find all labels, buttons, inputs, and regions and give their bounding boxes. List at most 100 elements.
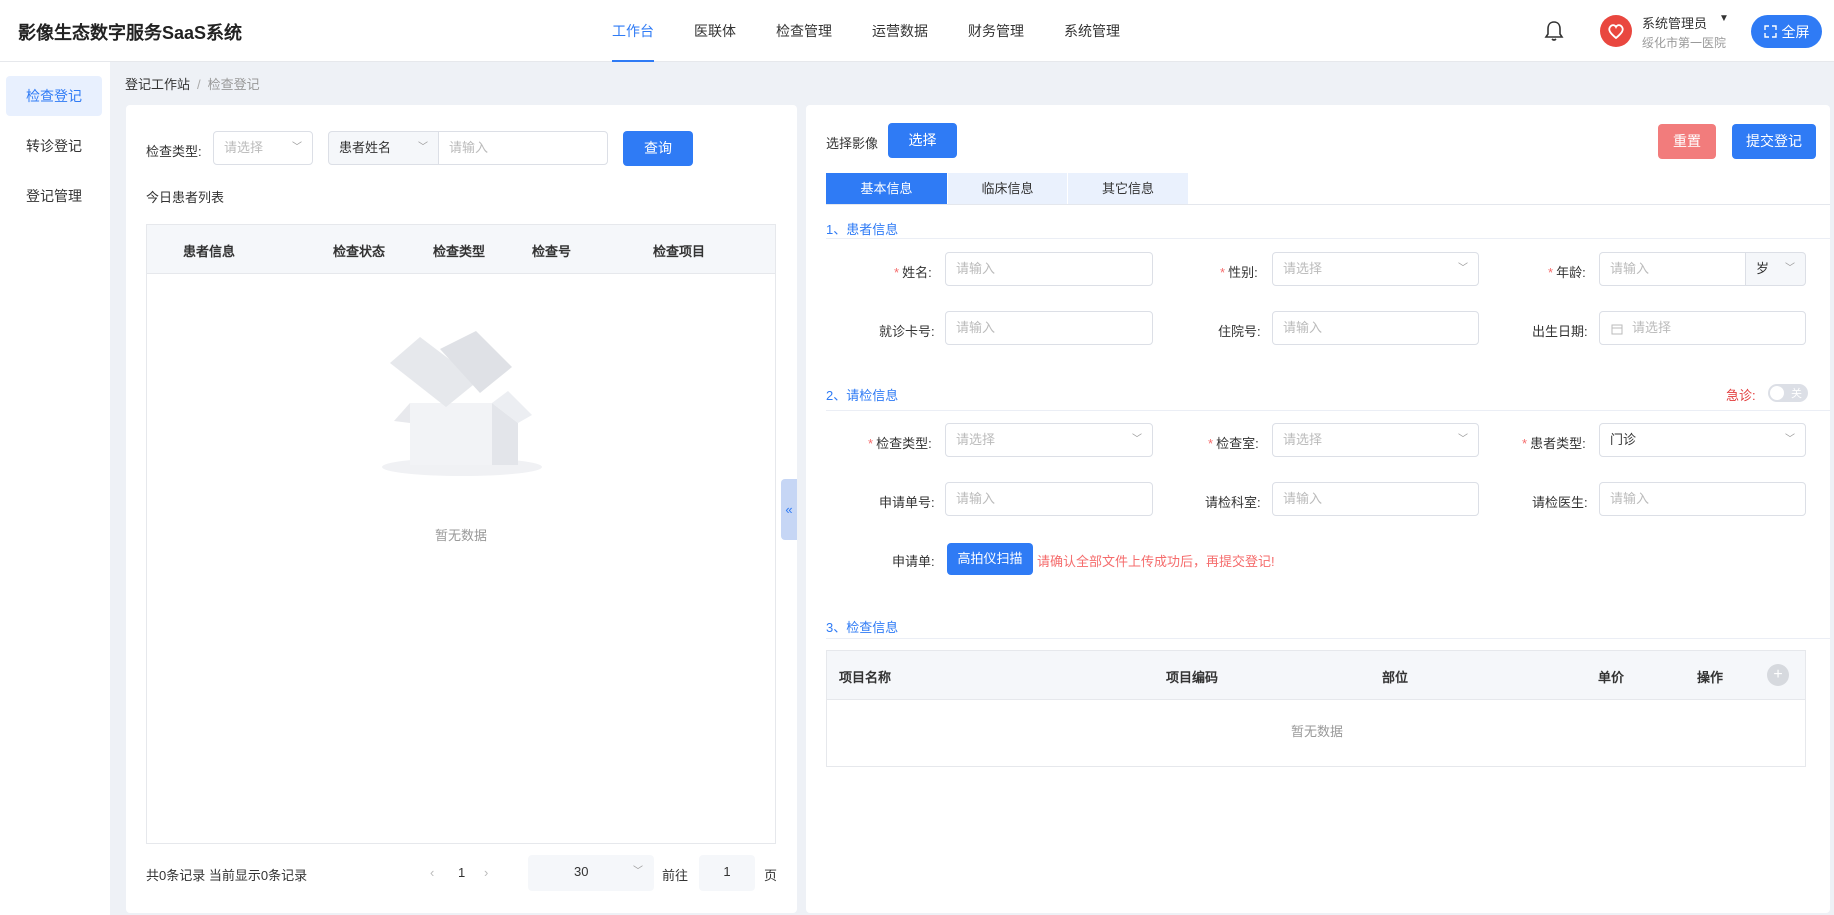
request-exam-type-placeholder: 请选择 <box>956 432 996 447</box>
empty-text: 暂无数据 <box>1291 724 1344 739</box>
apply-number-input[interactable]: 请输入 <box>945 482 1153 516</box>
sidebar: 检查登记 转诊登记 登记管理 <box>0 62 110 915</box>
patient-type-select[interactable]: 门诊 ﹀ <box>1599 423 1806 457</box>
name-input[interactable]: 请输入 <box>945 252 1153 286</box>
card-number-input[interactable]: 请输入 <box>945 311 1153 345</box>
tab-clinical-info[interactable]: 临床信息 <box>948 173 1067 204</box>
col-exam-status[interactable]: 检查状态 <box>333 241 385 260</box>
chevron-down-icon: ﹀ <box>1458 434 1468 445</box>
nav-finance-management[interactable]: 财务管理 <box>968 0 1024 62</box>
exam-room-label: * 检查室: <box>1208 436 1259 451</box>
patient-table: 患者信息 检查状态 检查类型 检查号 检查项目 暂无数据 <box>146 224 776 844</box>
patient-type-value: 门诊 <box>1610 432 1637 447</box>
search-input[interactable]: 请输入 <box>438 131 608 165</box>
birth-date-picker[interactable]: 请选择 <box>1599 311 1806 345</box>
sidebar-item-registration-management[interactable]: 登记管理 <box>6 176 102 216</box>
request-exam-type-label: * 检查类型: <box>868 436 932 451</box>
tab-basic-info[interactable]: 基本信息 <box>826 173 947 204</box>
nav-system-management[interactable]: 系统管理 <box>1064 0 1120 62</box>
nav-exam-management[interactable]: 检查管理 <box>776 0 832 62</box>
expand-icon <box>1763 25 1777 38</box>
table-header: 项目名称 项目编码 部位 单价 操作 + <box>827 651 1805 700</box>
inpatient-number-label: 住院号: <box>1218 324 1261 339</box>
gender-select[interactable]: 请选择 ﹀ <box>1272 252 1479 286</box>
add-item-icon[interactable]: + <box>1767 664 1789 686</box>
col-body-part: 部位 <box>1382 670 1409 685</box>
col-actions: 操作 <box>1697 670 1724 685</box>
empty-box-icon <box>382 331 542 476</box>
breadcrumb-current: 检查登记 <box>207 77 260 92</box>
inpatient-number-input[interactable]: 请输入 <box>1272 311 1479 345</box>
request-dept-label: 请检科室: <box>1205 495 1261 510</box>
page-size-select[interactable]: 30 ﹀ <box>528 855 654 891</box>
breadcrumb-separator: / <box>197 77 201 92</box>
bell-icon[interactable] <box>1544 20 1564 42</box>
chevron-down-icon: ﹀ <box>1785 434 1795 445</box>
col-exam-type[interactable]: 检查类型 <box>433 241 485 260</box>
request-doctor-label: 请检医生: <box>1532 495 1588 510</box>
patient-type-label: * 患者类型: <box>1522 436 1586 451</box>
exam-room-placeholder: 请选择 <box>1283 432 1323 447</box>
nav-medical-alliance[interactable]: 医联体 <box>694 0 736 62</box>
col-exam-number[interactable]: 检查号 <box>532 241 571 260</box>
gender-label: * 性别: <box>1220 265 1258 280</box>
nav-workbench[interactable]: 工作台 <box>612 0 654 62</box>
chevron-down-icon: ﹀ <box>1132 434 1142 445</box>
request-exam-type-select[interactable]: 请选择 ﹀ <box>945 423 1153 457</box>
age-input[interactable]: 请输入 <box>1599 252 1746 286</box>
breadcrumb: 登记工作站 / 检查登记 <box>125 74 260 93</box>
tab-other-info[interactable]: 其它信息 <box>1068 173 1188 204</box>
scanner-button[interactable]: 高拍仪扫描 <box>947 543 1033 575</box>
name-label: * 姓名: <box>894 265 932 280</box>
exam-room-select[interactable]: 请选择 ﹀ <box>1272 423 1479 457</box>
exam-items-table: 项目名称 项目编码 部位 单价 操作 + 暂无数据 <box>826 650 1806 767</box>
avatar[interactable] <box>1600 15 1632 47</box>
query-button[interactable]: 查询 <box>623 131 693 166</box>
toggle-knob <box>1770 386 1784 400</box>
caret-down-icon[interactable]: ▼ <box>1719 13 1729 24</box>
main-nav: 工作台 医联体 检查管理 运营数据 财务管理 系统管理 <box>612 0 1160 62</box>
col-item-code: 项目编码 <box>1166 670 1219 685</box>
emergency-label: 急诊: <box>1726 388 1756 403</box>
request-doctor-input[interactable]: 请输入 <box>1599 482 1806 516</box>
section-exam-info-title: 3、检查信息 <box>826 620 899 635</box>
exam-type-filter-placeholder: 请选择 <box>224 140 264 155</box>
request-form-label: 申请单: <box>892 554 935 569</box>
chevron-right-icon[interactable]: › <box>484 865 488 880</box>
birth-date-placeholder: 请选择 <box>1632 320 1672 335</box>
exam-type-filter-label: 检查类型: <box>146 144 202 159</box>
breadcrumb-root[interactable]: 登记工作站 <box>125 77 190 92</box>
table-header: 患者信息 检查状态 检查类型 检查号 检查项目 <box>147 225 775 274</box>
registration-form-panel: 选择影像 选择 重置 提交登记 基本信息 临床信息 其它信息 1、患者信息 * 姓… <box>806 105 1830 913</box>
age-unit-select[interactable]: 岁 ﹀ <box>1745 252 1806 286</box>
select-image-button[interactable]: 选择 <box>888 123 957 158</box>
record-summary: 共0条记录 当前显示0条记录 <box>146 868 308 883</box>
search-field-select[interactable]: 患者姓名 ﹀ <box>328 131 439 165</box>
reset-button[interactable]: 重置 <box>1658 124 1716 159</box>
user-name[interactable]: 系统管理员 <box>1642 13 1707 32</box>
age-label: * 年龄: <box>1548 265 1586 280</box>
collapse-panel-icon[interactable]: « <box>781 479 797 540</box>
list-title: 今日患者列表 <box>146 190 225 205</box>
chevron-down-icon: ﹀ <box>418 142 428 153</box>
goto-page-input[interactable]: 1 <box>699 855 755 891</box>
age-unit-value: 岁 <box>1756 261 1770 276</box>
fullscreen-label: 全屏 <box>1781 23 1810 40</box>
request-dept-input[interactable]: 请输入 <box>1272 482 1479 516</box>
sidebar-item-referral-registration[interactable]: 转诊登记 <box>6 126 102 166</box>
fullscreen-button[interactable]: 全屏 <box>1751 15 1822 48</box>
col-item-name: 项目名称 <box>839 670 892 685</box>
chevron-left-icon[interactable]: ‹ <box>430 865 434 880</box>
nav-operation-data[interactable]: 运营数据 <box>872 0 928 62</box>
calendar-icon <box>1611 324 1623 335</box>
col-unit-price: 单价 <box>1598 670 1625 685</box>
emergency-toggle[interactable]: 关 <box>1768 384 1808 402</box>
sidebar-item-exam-registration[interactable]: 检查登记 <box>6 76 102 116</box>
col-patient-info[interactable]: 患者信息 <box>183 241 235 260</box>
col-exam-item[interactable]: 检查项目 <box>653 241 705 260</box>
patient-list-panel: 检查类型: 请选择 ﹀ 患者姓名 ﹀ 请输入 查询 今日患者列表 患者信息 检查… <box>126 105 797 913</box>
submit-registration-button[interactable]: 提交登记 <box>1732 124 1816 159</box>
exam-type-filter-select[interactable]: 请选择 ﹀ <box>213 131 313 165</box>
current-page[interactable]: 1 <box>458 865 465 880</box>
upload-warning: 请确认全部文件上传成功后，再提交登记! <box>1037 554 1275 569</box>
